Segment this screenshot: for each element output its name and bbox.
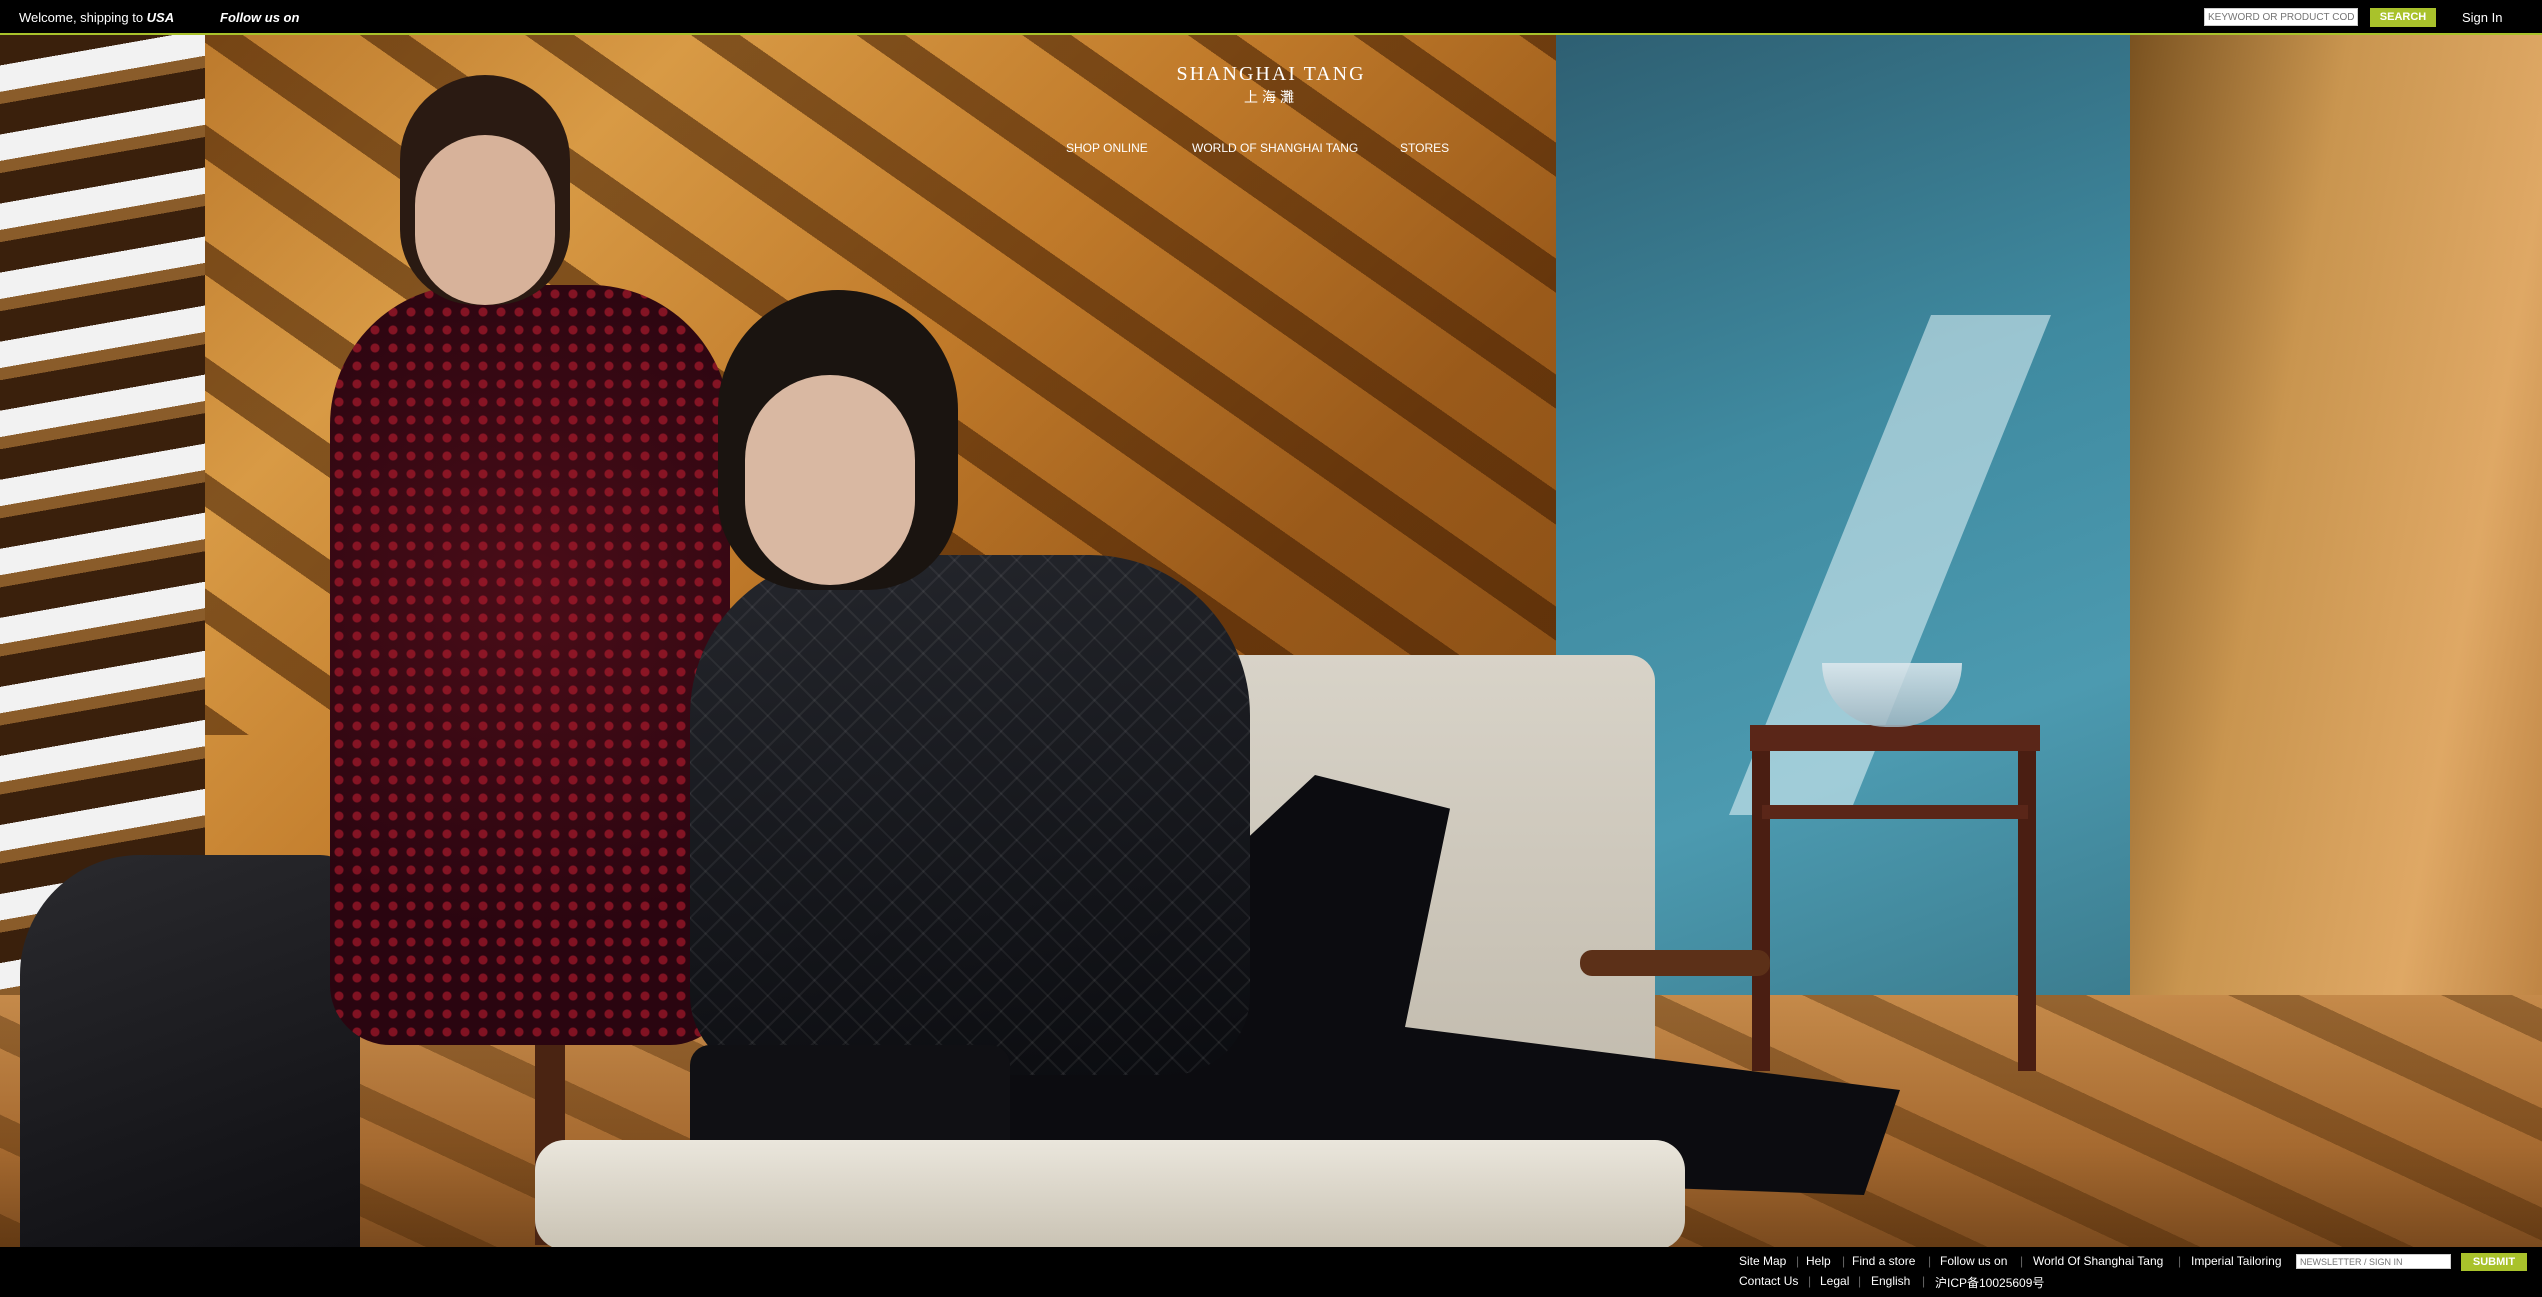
model-right-face [745,375,915,585]
welcome-text: Welcome, shipping to [19,10,144,25]
nav-stores[interactable]: STORES [1400,141,1449,155]
follow-us-label: Follow us on [220,10,300,25]
search-input[interactable] [2204,8,2358,26]
model-left-dress [330,285,730,1045]
footer-icp-license: 沪ICP备10025609号 [1935,1276,2045,1290]
model-left-legs [20,855,360,1247]
brand-logo[interactable]: SHANGHAI TANG 上海灘 [1100,63,1442,107]
shipping-country[interactable]: USA [147,10,174,25]
footer-help[interactable]: Help [1806,1254,1831,1268]
sign-in-link[interactable]: Sign In [2462,10,2502,25]
footer-site-map[interactable]: Site Map [1739,1254,1786,1268]
footer-contact-us[interactable]: Contact Us [1739,1274,1798,1288]
brand-name-en: SHANGHAI TANG [1176,63,1366,85]
nav-shop-online[interactable]: SHOP ONLINE [1066,141,1148,155]
footer-legal[interactable]: Legal [1820,1274,1849,1288]
footer-imperial-tailoring[interactable]: Imperial Tailoring [2191,1254,2282,1268]
brand-name-cn: 上海灘 [1244,89,1298,105]
search-button[interactable]: SEARCH [2370,8,2436,27]
footer-language-english[interactable]: English [1871,1274,1910,1288]
newsletter-input[interactable] [2296,1254,2451,1269]
shipping-welcome[interactable]: Welcome, shipping to USA [19,10,174,25]
footer-follow-us[interactable]: Follow us on [1940,1254,2007,1268]
nav-world-of-shanghai-tang[interactable]: WORLD OF SHANGHAI TANG [1192,141,1358,155]
model-left-face [415,135,555,305]
footer-world-of-shanghai-tang[interactable]: World Of Shanghai Tang [2033,1254,2163,1268]
footer-find-a-store[interactable]: Find a store [1852,1254,1915,1268]
top-bar: Welcome, shipping to USA Follow us on SE… [0,0,2542,35]
side-table [1750,725,2040,751]
newsletter-submit-button[interactable]: SUBMIT [2461,1253,2527,1271]
hero-image: SHANGHAI TANG 上海灘 SHOP ONLINE WORLD OF S… [0,35,2542,1247]
sofa-seat [535,1140,1685,1247]
model-right-jacket [690,555,1250,1075]
